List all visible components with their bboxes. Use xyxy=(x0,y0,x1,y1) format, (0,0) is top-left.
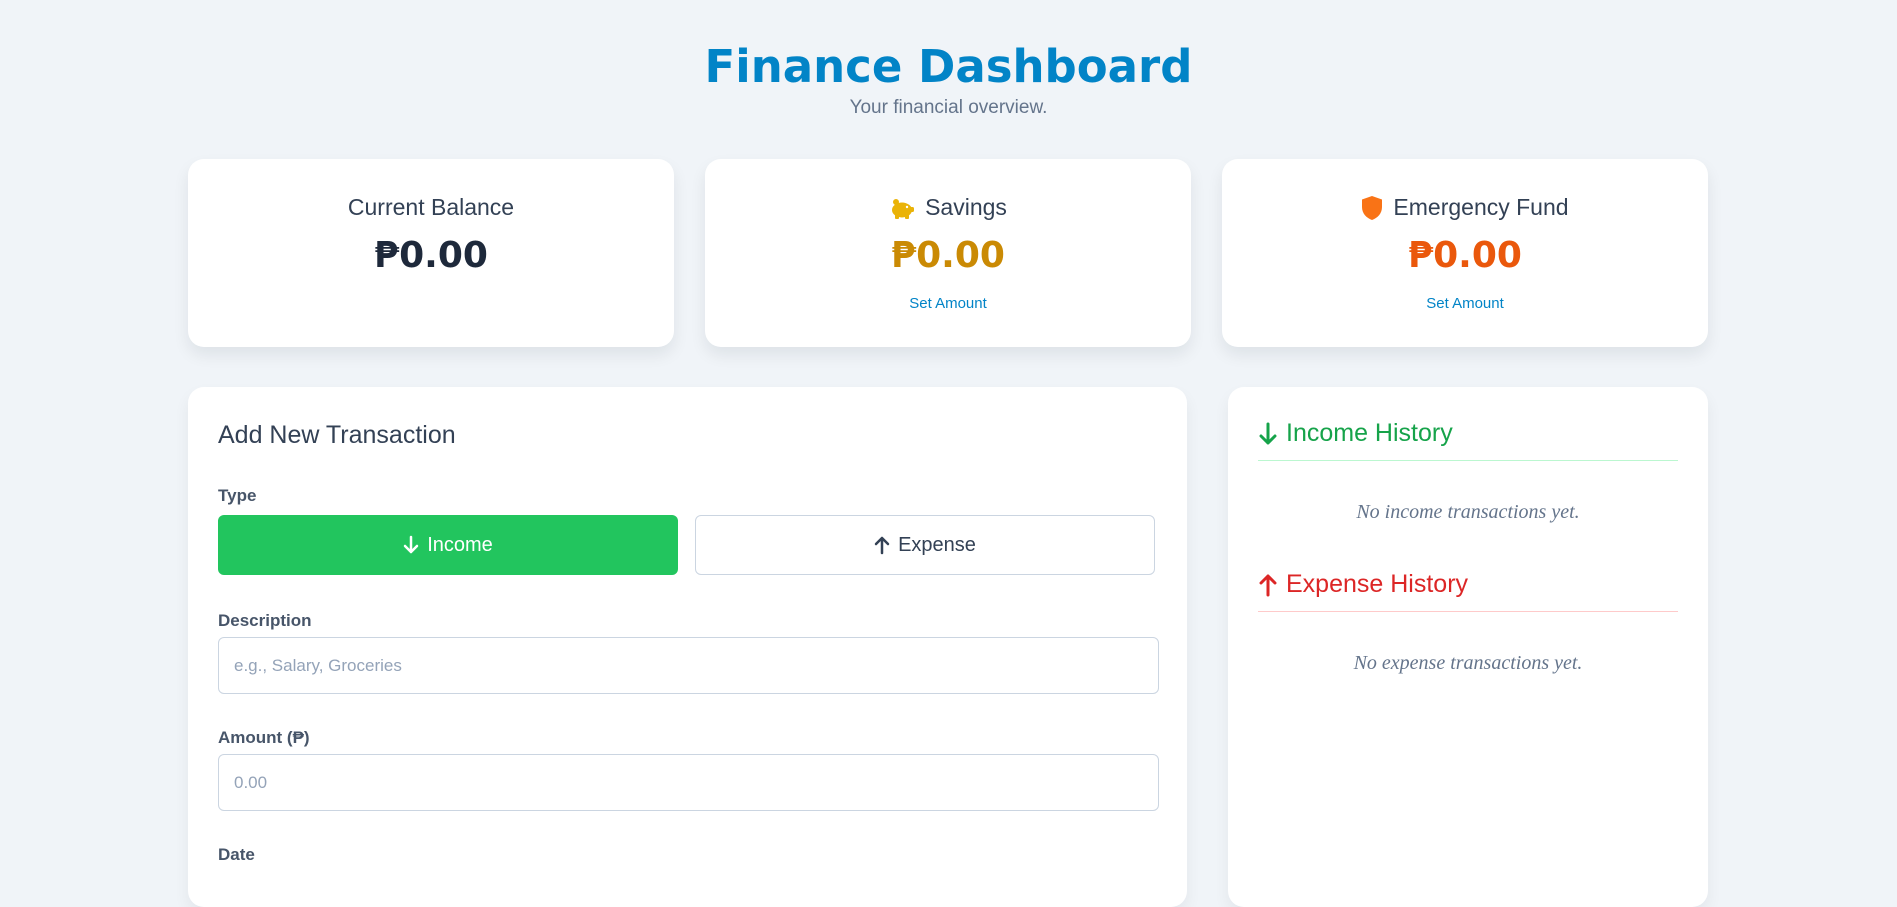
arrow-down-icon xyxy=(1259,422,1277,444)
emergency-title: Emergency Fund xyxy=(1222,194,1708,221)
summary-cards: Current Balance ₱0.00 Savings ₱0.00 Set … xyxy=(188,159,1708,347)
income-empty-message: No income transactions yet. xyxy=(1356,501,1580,523)
expense-type-button[interactable]: Expense xyxy=(695,515,1155,575)
balance-title: Current Balance xyxy=(188,194,674,221)
type-label: Type xyxy=(218,486,257,505)
description-placeholder: e.g., Salary, Groceries xyxy=(234,655,402,675)
savings-value: ₱0.00 xyxy=(891,235,1005,276)
income-type-button[interactable]: Income xyxy=(218,515,678,575)
expense-history-header: Expense History xyxy=(1258,570,1678,612)
add-transaction-heading: Add New Transaction xyxy=(218,421,456,449)
description-label: Description xyxy=(218,611,312,630)
arrow-down-icon xyxy=(403,535,419,554)
history-panel: Income History No income transactions ye… xyxy=(1228,387,1708,907)
balance-label: Current Balance xyxy=(347,194,515,220)
amount-placeholder: 0.00 xyxy=(234,772,268,792)
page-title: Finance Dashboard xyxy=(704,40,1193,93)
piggy-bank-icon xyxy=(892,198,915,219)
add-transaction-panel: Add New Transaction Type Income Expense … xyxy=(188,387,1187,907)
arrow-up-icon xyxy=(1259,574,1277,596)
arrow-up-icon xyxy=(874,536,890,555)
page-subtitle: Your financial overview. xyxy=(849,97,1048,118)
expense-empty-message: No expense transactions yet. xyxy=(1353,652,1583,674)
income-history-header: Income History xyxy=(1258,419,1678,461)
balance-value: ₱0.00 xyxy=(374,235,488,276)
savings-set-amount-link[interactable]: Set Amount xyxy=(705,295,1191,312)
income-history-title: Income History xyxy=(1286,419,1453,447)
emergency-label: Emergency Fund xyxy=(1393,194,1569,220)
description-input[interactable]: e.g., Salary, Groceries xyxy=(218,637,1159,694)
savings-label: Savings xyxy=(925,194,1007,220)
emergency-card: Emergency Fund ₱0.00 Set Amount xyxy=(1222,159,1708,347)
emergency-set-amount-link[interactable]: Set Amount xyxy=(1222,295,1708,312)
amount-input[interactable]: 0.00 xyxy=(218,754,1159,811)
balance-card: Current Balance ₱0.00 xyxy=(188,159,674,347)
header: Finance Dashboard Your financial overvie… xyxy=(0,0,1897,120)
income-type-label: Income xyxy=(427,533,493,556)
expense-type-label: Expense xyxy=(898,533,976,556)
amount-label: Amount (₱) xyxy=(218,728,310,747)
shield-icon xyxy=(1362,195,1383,220)
emergency-value: ₱0.00 xyxy=(1408,235,1522,276)
expense-history-title: Expense History xyxy=(1286,570,1469,598)
savings-title: Savings xyxy=(705,194,1191,221)
savings-card: Savings ₱0.00 Set Amount xyxy=(705,159,1191,347)
date-label: Date xyxy=(218,845,255,864)
